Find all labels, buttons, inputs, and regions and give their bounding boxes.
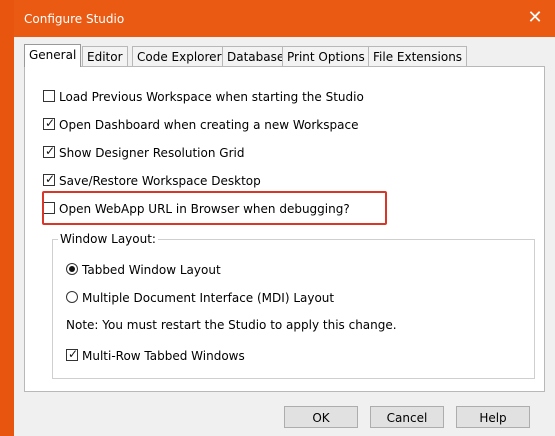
radio-label: Multiple Document Interface (MDI) Layout [82,291,335,305]
tab-print-options[interactable]: Print Options [282,46,370,66]
radio-unselected-icon[interactable] [66,291,78,303]
checkbox-unchecked-icon[interactable] [43,90,55,102]
group-title: Window Layout: [58,232,158,246]
checkbox-checked-icon[interactable]: ✓ [66,347,79,361]
checkbox-checked-icon[interactable]: ✓ [43,116,56,130]
ok-button[interactable]: OK [284,406,358,428]
title-bar[interactable]: Configure Studio ✕ [14,0,555,37]
radio-label: Tabbed Window Layout [82,263,221,277]
checkbox-checked-icon[interactable]: ✓ [43,172,56,186]
radio-selected-icon[interactable] [66,263,78,275]
highlight-annotation [42,191,387,225]
checkbox-label: Load Previous Workspace when starting th… [59,90,364,104]
window-layout-group: Window Layout: Tabbed Window Layout Mult… [52,232,535,379]
radio-dot-icon [69,266,75,272]
check-icon: ✓ [68,347,79,361]
checkbox-label: Open Dashboard when creating a new Works… [59,118,359,132]
close-icon[interactable]: ✕ [523,6,547,30]
check-icon: ✓ [45,116,56,130]
tab-general[interactable]: General [24,44,82,67]
restart-note: Note: You must restart the Studio to app… [66,318,397,332]
tab-file-extensions[interactable]: File Extensions [368,46,468,66]
checkbox-label: Show Designer Resolution Grid [59,146,245,160]
help-button[interactable]: Help [456,406,530,428]
tab-code-explorer[interactable]: Code Explorer [132,46,227,66]
checkbox-label: Save/Restore Workspace Desktop [59,174,261,188]
tab-database[interactable]: Database [222,46,290,66]
configure-studio-dialog: Configure Studio ✕ General Editor Code E… [14,0,555,436]
tab-editor[interactable]: Editor [82,46,128,66]
check-icon: ✓ [45,172,56,186]
check-icon: ✓ [45,144,56,158]
cancel-button[interactable]: Cancel [370,406,444,428]
checkbox-checked-icon[interactable]: ✓ [43,144,56,158]
checkbox-label: Multi-Row Tabbed Windows [82,349,245,363]
window-title: Configure Studio [24,12,125,26]
